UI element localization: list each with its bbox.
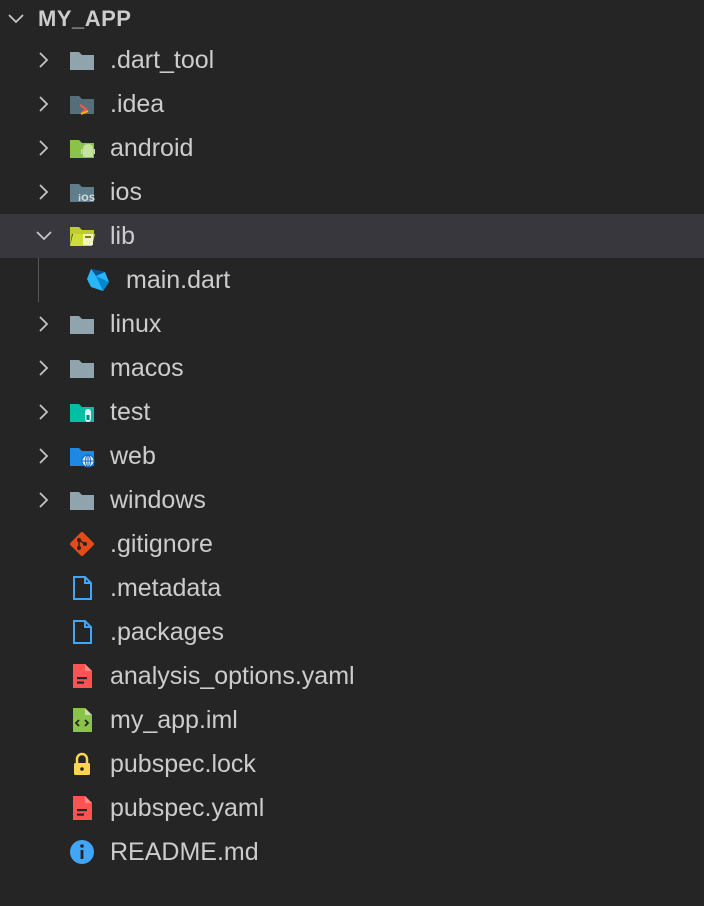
item-label: web — [110, 442, 156, 470]
folder-icon — [68, 354, 96, 382]
folder-item-windows[interactable]: windows — [0, 478, 704, 522]
item-label: android — [110, 134, 194, 162]
file-item-main-dart[interactable]: main.dart — [0, 258, 704, 302]
lock-icon — [68, 750, 96, 778]
item-label: linux — [110, 310, 162, 338]
folder-item-lib[interactable]: lib — [0, 214, 704, 258]
item-label: pubspec.lock — [110, 750, 256, 778]
folder-item-dart-tool[interactable]: .dart_tool — [0, 38, 704, 82]
item-label: .gitignore — [110, 530, 213, 558]
file-item-analysis-options-yaml[interactable]: analysis_options.yaml — [0, 654, 704, 698]
svg-text:iOS: iOS — [78, 194, 95, 204]
chevron-right-icon[interactable] — [34, 50, 54, 70]
ios-folder-icon: iOS — [68, 178, 96, 206]
folder-item-web[interactable]: web — [0, 434, 704, 478]
item-label: .dart_tool — [110, 46, 215, 74]
info-icon — [68, 838, 96, 866]
folder-item-idea[interactable]: .idea — [0, 82, 704, 126]
folder-item-android[interactable]: android — [0, 126, 704, 170]
chevron-right-icon[interactable] — [34, 490, 54, 510]
chevron-right-icon[interactable] — [34, 138, 54, 158]
explorer-section-header[interactable]: MY_APP — [0, 0, 704, 38]
yaml-file-icon — [68, 794, 96, 822]
chevron-right-icon[interactable] — [34, 358, 54, 378]
item-label: .idea — [110, 90, 165, 118]
chevron-right-icon[interactable] — [34, 182, 54, 202]
folder-item-macos[interactable]: macos — [0, 346, 704, 390]
lib-folder-open-icon — [68, 222, 96, 250]
chevron-right-icon[interactable] — [34, 94, 54, 114]
folder-item-test[interactable]: test — [0, 390, 704, 434]
item-label: ios — [110, 178, 142, 206]
file-outline-icon — [68, 574, 96, 602]
item-label: macos — [110, 354, 184, 382]
idea-folder-icon — [68, 90, 96, 118]
file-item-pubspec-lock[interactable]: pubspec.lock — [0, 742, 704, 786]
folder-icon — [68, 310, 96, 338]
folder-icon — [68, 46, 96, 74]
folder-icon — [68, 486, 96, 514]
folder-item-linux[interactable]: linux — [0, 302, 704, 346]
chevron-right-icon[interactable] — [34, 446, 54, 466]
file-item-pubspec-yaml[interactable]: pubspec.yaml — [0, 786, 704, 830]
file-outline-icon — [68, 618, 96, 646]
item-label: test — [110, 398, 151, 426]
file-item-my-app-iml[interactable]: my_app.iml — [0, 698, 704, 742]
test-folder-icon — [68, 398, 96, 426]
item-label: main.dart — [126, 266, 231, 294]
android-folder-icon — [68, 134, 96, 162]
file-explorer: MY_APP .dart_tool .idea android iOS ios lib ma… — [0, 0, 704, 906]
item-label: analysis_options.yaml — [110, 662, 355, 690]
chevron-down-icon[interactable] — [34, 226, 54, 246]
folder-item-ios[interactable]: iOS ios — [0, 170, 704, 214]
item-label: .metadata — [110, 574, 222, 602]
chevron-down-icon[interactable] — [6, 9, 26, 29]
item-label: .packages — [110, 618, 224, 646]
chevron-right-icon[interactable] — [34, 314, 54, 334]
item-label: my_app.iml — [110, 706, 238, 734]
project-title: MY_APP — [38, 6, 132, 31]
item-label: pubspec.yaml — [110, 794, 265, 822]
item-label: lib — [110, 222, 136, 250]
file-item-metadata[interactable]: .metadata — [0, 566, 704, 610]
file-item-gitignore[interactable]: .gitignore — [0, 522, 704, 566]
xml-file-icon — [68, 706, 96, 734]
chevron-right-icon[interactable] — [34, 402, 54, 422]
web-folder-icon — [68, 442, 96, 470]
item-label: windows — [110, 486, 206, 514]
file-item-readme-md[interactable]: README.md — [0, 830, 704, 874]
dart-file-icon — [84, 266, 112, 294]
git-icon — [68, 530, 96, 558]
item-label: README.md — [110, 838, 259, 866]
yaml-file-icon — [68, 662, 96, 690]
file-item-packages[interactable]: .packages — [0, 610, 704, 654]
